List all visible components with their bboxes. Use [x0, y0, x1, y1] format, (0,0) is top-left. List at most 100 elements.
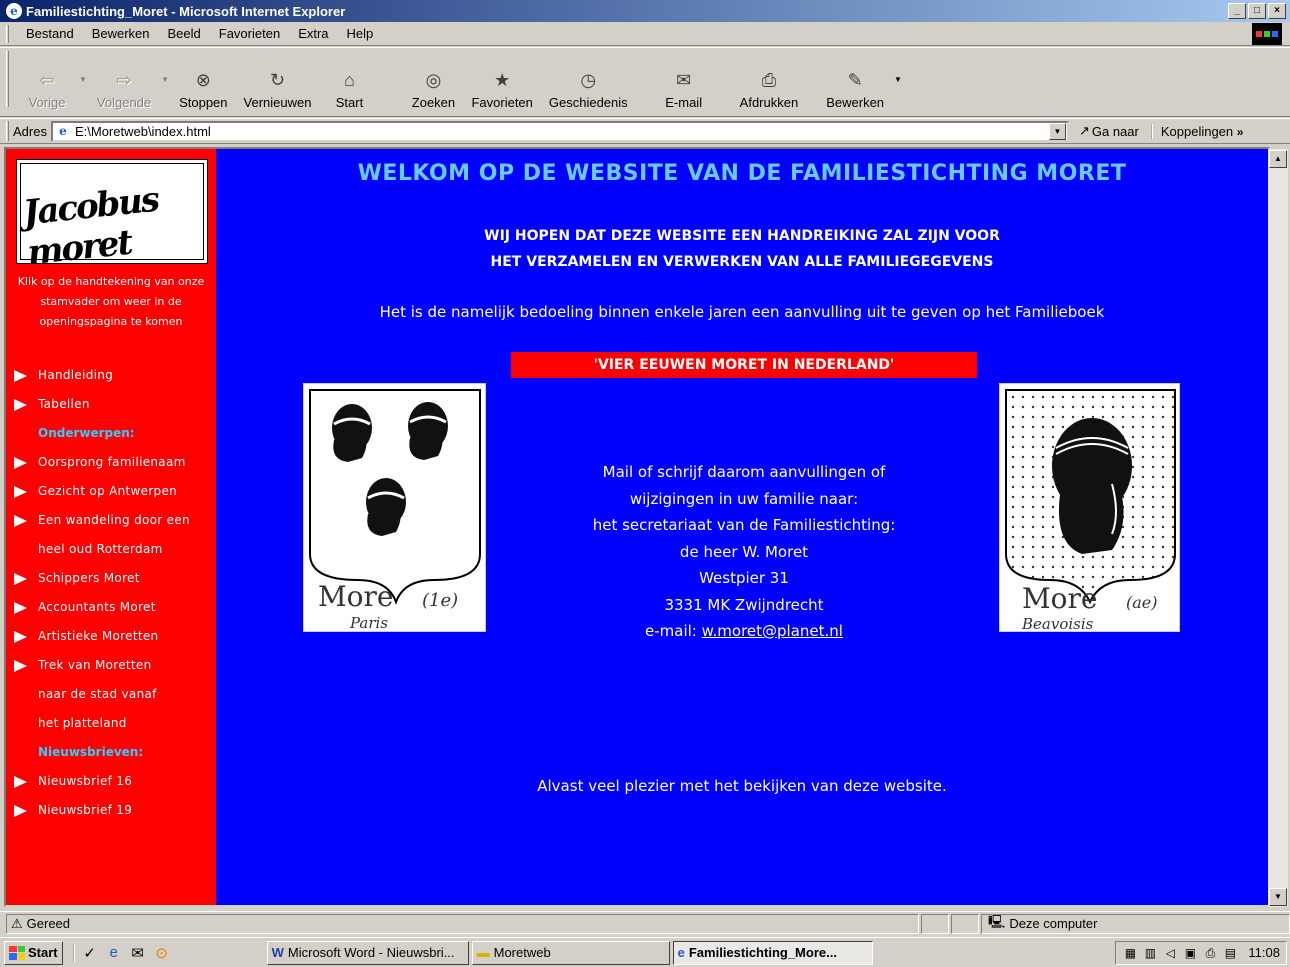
- nav-link[interactable]: Nieuwsbrief 16: [6, 767, 216, 796]
- chevron-right-icon: »: [1236, 124, 1244, 139]
- menu-extra[interactable]: Extra: [289, 26, 337, 41]
- scroll-down-icon[interactable]: ▼: [1269, 888, 1287, 906]
- address-bar: Adres e E:\Moretweb\index.html ▼ ↗ Ga na…: [0, 118, 1290, 144]
- sidebar-nav: Handleiding Tabellen Onderwerpen: Oorsprong…: [6, 361, 216, 825]
- nav-link[interactable]: Schippers Moret: [6, 564, 216, 593]
- folder-icon: ▬: [476, 945, 490, 960]
- nav-link-continuation[interactable]: heel oud Rotterdam: [6, 535, 216, 564]
- printer-icon: ⎙: [761, 69, 777, 90]
- outlook-launch-icon[interactable]: ✉: [129, 944, 147, 962]
- tray-chart-icon[interactable]: ▥: [1142, 946, 1158, 960]
- history-button[interactable]: ◷ Geschiedenis: [541, 69, 636, 111]
- mail-icon: ✉: [676, 69, 692, 90]
- links-button[interactable]: Koppelingen »: [1150, 123, 1244, 139]
- nav-link[interactable]: Nieuwsbrief 19: [6, 796, 216, 825]
- nav-link-label: Tabellen: [38, 397, 90, 411]
- back-label: Vorige: [28, 95, 66, 110]
- tray-save-icon[interactable]: ▣: [1182, 946, 1198, 960]
- word-icon: W: [271, 945, 284, 960]
- email-line: e-mail: w.moret@planet.nl: [536, 618, 952, 645]
- nav-link[interactable]: Tabellen: [6, 390, 216, 419]
- nav-heading: Onderwerpen:: [38, 426, 135, 440]
- address-input[interactable]: e E:\Moretweb\index.html ▼: [50, 120, 1069, 142]
- tray-printer-icon[interactable]: ⎙: [1202, 946, 1218, 960]
- nav-link-continuation[interactable]: naar de stad vanaf: [6, 680, 216, 709]
- menu-bestand[interactable]: Bestand: [17, 26, 83, 41]
- address-grip[interactable]: [6, 121, 9, 141]
- stop-button[interactable]: ⊗ Stoppen: [171, 69, 235, 111]
- close-button[interactable]: ×: [1268, 3, 1286, 19]
- favorites-button[interactable]: ★ Favorieten: [463, 69, 540, 111]
- forward-button[interactable]: ⇨ Volgende: [89, 69, 159, 111]
- tray-volume-icon[interactable]: ◁: [1162, 946, 1178, 960]
- nav-link[interactable]: Accountants Moret: [6, 593, 216, 622]
- nav-link-label: Een wandeling door een: [38, 513, 190, 527]
- window-title: Familiestichting_Moret - Microsoft Inter…: [26, 3, 346, 19]
- nav-link[interactable]: Oorsprong familienaam: [6, 448, 216, 477]
- crest-beavoisis: More (ae) Beavoisis: [999, 383, 1180, 633]
- refresh-button[interactable]: ↻ Vernieuwen: [236, 69, 320, 111]
- nav-link-label: Accountants Moret: [38, 600, 156, 614]
- print-button[interactable]: ⎙ Afdrukken: [732, 69, 807, 111]
- back-dropdown-icon[interactable]: ▼: [79, 75, 87, 84]
- nav-link-label: Handleiding: [38, 368, 114, 382]
- triangle-bullet-icon: [14, 776, 27, 788]
- closing-text: Alvast veel plezier met het bekijken van…: [537, 777, 947, 795]
- links-label: Koppelingen: [1160, 123, 1234, 139]
- contact-line-3: het secretariaat van de Familiestichting…: [592, 516, 896, 534]
- toolbar-grip[interactable]: [6, 51, 9, 107]
- ie-launch-icon[interactable]: e: [105, 944, 123, 962]
- nav-link[interactable]: Gezicht op Antwerpen: [6, 477, 216, 506]
- nav-link-continuation[interactable]: het platteland: [6, 709, 216, 738]
- home-icon: ⌂: [344, 69, 355, 90]
- go-button[interactable]: ↗ Ga naar: [1079, 123, 1139, 139]
- menu-help[interactable]: Help: [338, 26, 383, 41]
- crest-beavoisis-note: (ae): [1126, 593, 1158, 612]
- media-player-icon[interactable]: ⊙: [153, 944, 171, 962]
- nav-link[interactable]: Een wandeling door een: [6, 506, 216, 535]
- address-dropdown-icon[interactable]: ▼: [1048, 122, 1066, 140]
- refresh-label: Vernieuwen: [243, 95, 312, 110]
- menu-favorieten[interactable]: Favorieten: [210, 26, 289, 41]
- scroll-up-icon[interactable]: ▲: [1269, 150, 1287, 168]
- stop-icon: ⊗: [195, 69, 211, 90]
- crest-paris-place: Paris: [349, 614, 388, 632]
- nav-link-label: Nieuwsbrief 16: [38, 774, 133, 788]
- edit-dropdown-icon[interactable]: ▼: [894, 75, 902, 84]
- tray-display-icon[interactable]: ▤: [1222, 946, 1238, 960]
- back-button[interactable]: ⇦ Vorige: [17, 69, 77, 111]
- nav-link-label: Nieuwsbrief 19: [38, 803, 133, 817]
- task-ie[interactable]: e Familiestichting_More...: [672, 940, 873, 965]
- menu-bewerken[interactable]: Bewerken: [83, 26, 159, 41]
- maximize-button[interactable]: □: [1248, 3, 1266, 19]
- vertical-scrollbar[interactable]: ▲ ▼: [1268, 149, 1288, 907]
- nav-heading: Nieuwsbrieven:: [38, 745, 144, 759]
- email-link[interactable]: w.moret@planet.nl: [702, 622, 843, 640]
- task-moretweb[interactable]: ▬ Moretweb: [471, 940, 670, 965]
- task-word[interactable]: W Microsoft Word - Nieuwsbri...: [266, 940, 469, 965]
- system-tray: ▦ ▥ ◁ ▣ ⎙ ▤ 11:08: [1115, 940, 1287, 965]
- start-button[interactable]: Start: [4, 940, 63, 965]
- triangle-bullet-icon: [14, 370, 27, 382]
- show-desktop-icon[interactable]: ✓: [81, 944, 99, 962]
- favorites-icon: ★: [494, 69, 511, 90]
- minimize-button[interactable]: _: [1228, 3, 1246, 19]
- menu-beeld[interactable]: Beeld: [159, 26, 210, 41]
- tray-network-icon[interactable]: ▦: [1122, 946, 1138, 960]
- triangle-bullet-icon: [14, 457, 27, 469]
- forward-dropdown-icon[interactable]: ▼: [161, 75, 169, 84]
- nav-link[interactable]: Handleiding: [6, 361, 216, 390]
- nav-link[interactable]: Artistieke Moretten: [6, 622, 216, 651]
- edit-button[interactable]: ✎ Bewerken: [818, 69, 892, 111]
- status-cell-1: [921, 913, 950, 934]
- forward-arrow-icon: ⇨: [116, 69, 132, 90]
- nav-link[interactable]: Trek van Moretten: [6, 651, 216, 680]
- search-button[interactable]: ◎ Zoeken: [403, 69, 463, 111]
- mail-button[interactable]: ✉ E-mail: [654, 69, 714, 111]
- home-button[interactable]: ⌂ Start: [319, 69, 379, 111]
- menu-grip[interactable]: [6, 24, 9, 43]
- signature-link[interactable]: Jacobus moret: [16, 159, 208, 273]
- clock[interactable]: 11:08: [1248, 945, 1280, 960]
- task-word-label: Microsoft Word - Nieuwsbri...: [287, 945, 455, 960]
- email-label: e-mail:: [645, 622, 697, 640]
